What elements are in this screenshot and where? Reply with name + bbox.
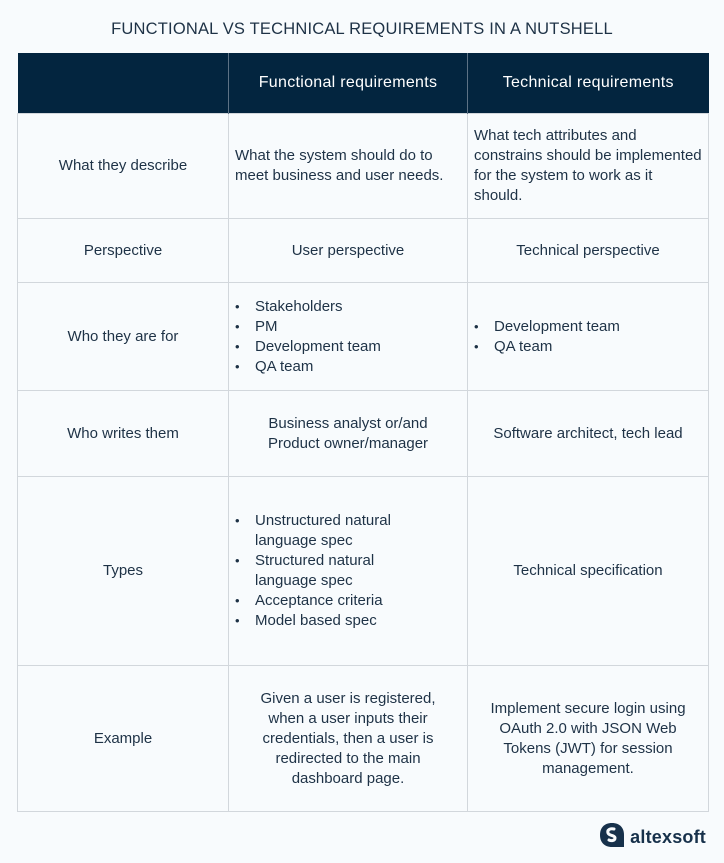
list-item: QA team (474, 337, 702, 357)
functional-cell: Stakeholders PM Development team QA team (228, 282, 468, 391)
functional-cell: Business analyst or/and Product owner/ma… (228, 390, 468, 477)
technical-cell: Software architect, tech lead (467, 390, 709, 477)
brand-logo: altexsoft (599, 822, 706, 852)
list-item: Unstructured natural language spec (235, 511, 427, 551)
table-row: Types Unstructured natural language spec… (17, 476, 709, 666)
functional-cell: What the system should do to meet busine… (228, 113, 468, 219)
list-item: QA team (235, 357, 461, 377)
page-title: FUNCTIONAL VS TECHNICAL REQUIREMENTS IN … (111, 20, 613, 38)
list-item: Stakeholders (235, 297, 461, 317)
table-row: Example Given a user is registered, when… (17, 665, 709, 812)
technical-cell: Implement secure login using OAuth 2.0 w… (467, 665, 709, 812)
altexsoft-logo-icon (599, 822, 625, 852)
row-label: What they describe (17, 113, 229, 219)
header-empty (17, 53, 229, 114)
table-row: What they describe What the system shoul… (17, 113, 709, 219)
row-label: Who they are for (17, 282, 229, 391)
functional-cell: Unstructured natural language spec Struc… (228, 476, 468, 666)
technical-cell: What tech attributes and constrains shou… (467, 113, 709, 219)
bullet-list: Unstructured natural language spec Struc… (235, 511, 427, 631)
header-technical: Technical requirements (467, 53, 709, 114)
row-label: Example (17, 665, 229, 812)
row-label: Who writes them (17, 390, 229, 477)
functional-cell: Given a user is registered, when a user … (228, 665, 468, 812)
table-row: Perspective User perspective Technical p… (17, 218, 709, 283)
brand-name: altexsoft (630, 826, 706, 847)
list-item: Model based spec (235, 611, 427, 631)
table-row: Who writes them Business analyst or/and … (17, 390, 709, 477)
list-item: Development team (235, 337, 461, 357)
row-label: Types (17, 476, 229, 666)
header-functional: Functional requirements (228, 53, 468, 114)
list-item: Development team (474, 317, 702, 337)
comparison-table: Functional requirements Technical requir… (17, 53, 709, 812)
bullet-list: Development team QA team (474, 317, 702, 357)
row-label: Perspective (17, 218, 229, 283)
functional-cell: User perspective (228, 218, 468, 283)
list-item: PM (235, 317, 461, 337)
technical-cell: Technical perspective (467, 218, 709, 283)
bullet-list: Stakeholders PM Development team QA team (235, 297, 461, 377)
list-item: Acceptance criteria (235, 591, 427, 611)
technical-cell: Development team QA team (467, 282, 709, 391)
table-row: Who they are for Stakeholders PM Develop… (17, 282, 709, 391)
list-item: Structured natural language spec (235, 551, 427, 591)
table-header-row: Functional requirements Technical requir… (17, 53, 709, 114)
technical-cell: Technical specification (467, 476, 709, 666)
